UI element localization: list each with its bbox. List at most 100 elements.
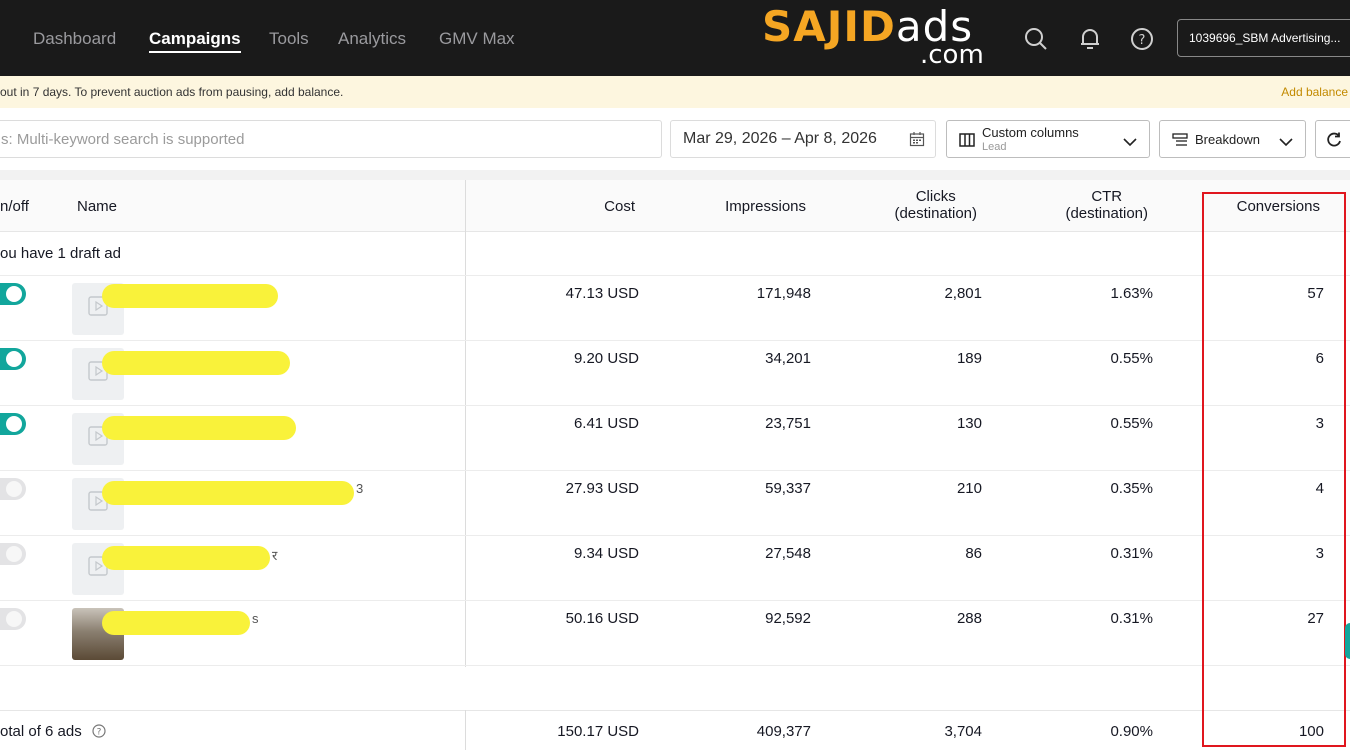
status-toggle[interactable] bbox=[0, 478, 26, 500]
search-box bbox=[0, 120, 662, 158]
status-toggle[interactable] bbox=[0, 283, 26, 305]
columns-icon bbox=[959, 132, 975, 153]
logo-domain-text: .com bbox=[920, 40, 984, 70]
redacted-ad-name[interactable] bbox=[102, 351, 290, 375]
clicks-cell: 210 bbox=[956, 480, 982, 497]
cost-cell: 9.34 USD bbox=[573, 545, 639, 562]
chevron-down-icon bbox=[1123, 134, 1137, 152]
header-ctr-line1: CTR bbox=[1091, 188, 1123, 205]
table-row[interactable]: 9.20 USD 34,201 189 0.55% 6 bbox=[0, 341, 1350, 406]
sajidads-watermark-logo: SAJIDads .com bbox=[762, 4, 1002, 71]
header-impressions[interactable]: Impressions bbox=[725, 198, 806, 215]
ctr-cell: 0.55% bbox=[1110, 350, 1153, 367]
breakdown-icon bbox=[1172, 132, 1188, 153]
add-balance-link[interactable]: Add balance bbox=[1281, 85, 1348, 99]
impressions-cell: 27,548 bbox=[765, 545, 811, 562]
top-navigation-bar: Dashboard Campaigns Tools Analytics GMV … bbox=[0, 0, 1350, 76]
cost-cell: 50.16 USD bbox=[565, 610, 639, 627]
impressions-cell: 171,948 bbox=[756, 285, 811, 302]
refresh-icon bbox=[1325, 131, 1343, 154]
help-icon[interactable]: ? bbox=[1129, 26, 1155, 52]
ctr-cell: 0.31% bbox=[1110, 545, 1153, 562]
header-clicks-line1: Clicks bbox=[915, 188, 956, 205]
header-onoff[interactable]: n/off bbox=[0, 198, 29, 215]
header-clicks-line2: (destination) bbox=[894, 205, 977, 222]
toggle-knob bbox=[6, 546, 22, 562]
breakdown-dropdown[interactable]: Breakdown bbox=[1159, 120, 1306, 158]
header-ctr[interactable]: CTR (destination) bbox=[1065, 188, 1148, 222]
status-toggle[interactable] bbox=[0, 543, 26, 565]
total-ctr: 0.90% bbox=[1110, 723, 1153, 740]
status-toggle[interactable] bbox=[0, 348, 26, 370]
redacted-ad-name[interactable] bbox=[102, 546, 270, 570]
nav-dashboard[interactable]: Dashboard bbox=[33, 29, 116, 49]
table-top-strip bbox=[0, 170, 1350, 180]
table-row[interactable]: 3 27.93 USD 59,337 210 0.35% 4 bbox=[0, 471, 1350, 536]
impressions-cell: 23,751 bbox=[765, 415, 811, 432]
table-spacer-row bbox=[0, 666, 1350, 710]
calendar-icon bbox=[909, 131, 925, 152]
header-clicks[interactable]: Clicks (destination) bbox=[894, 188, 977, 222]
redacted-ad-name[interactable] bbox=[102, 284, 278, 308]
ctr-cell: 0.31% bbox=[1110, 610, 1153, 627]
total-impressions: 409,377 bbox=[756, 723, 811, 740]
header-cost[interactable]: Cost bbox=[604, 198, 635, 215]
ad-name-fragment: र bbox=[272, 548, 278, 563]
table-row[interactable]: s 50.16 USD 92,592 288 0.31% 27 bbox=[0, 601, 1350, 666]
custom-columns-dropdown[interactable]: Custom columns Lead bbox=[946, 120, 1150, 158]
help-icon[interactable]: ? bbox=[92, 724, 106, 743]
header-ctr-line2: (destination) bbox=[1065, 205, 1148, 222]
ad-name-fragment: s bbox=[252, 611, 259, 626]
status-toggle[interactable] bbox=[0, 608, 26, 630]
side-scroll-handle[interactable] bbox=[1345, 623, 1350, 659]
ctr-cell: 0.35% bbox=[1110, 480, 1153, 497]
toggle-knob bbox=[6, 416, 22, 432]
header-name[interactable]: Name bbox=[77, 198, 117, 215]
toggle-knob bbox=[6, 611, 22, 627]
impressions-cell: 34,201 bbox=[765, 350, 811, 367]
redacted-ad-name[interactable] bbox=[102, 481, 354, 505]
balance-warning-banner: out in 7 days. To prevent auction ads fr… bbox=[0, 76, 1350, 108]
custom-columns-value: Lead bbox=[982, 141, 1007, 153]
account-selector[interactable]: 1039696_SBM Advertising... bbox=[1177, 19, 1350, 57]
cost-cell: 6.41 USD bbox=[573, 415, 639, 432]
table-row[interactable]: 6.41 USD 23,751 130 0.55% 3 bbox=[0, 406, 1350, 471]
redacted-ad-name[interactable] bbox=[102, 611, 250, 635]
redacted-ad-name[interactable] bbox=[102, 416, 296, 440]
clicks-cell: 86 bbox=[965, 545, 982, 562]
total-clicks: 3,704 bbox=[944, 723, 982, 740]
table-row[interactable]: 47.13 USD 171,948 2,801 1.63% 57 bbox=[0, 276, 1350, 341]
cost-cell: 9.20 USD bbox=[573, 350, 639, 367]
total-row: otal of 6 ads ? 150.17 USD 409,377 3,704… bbox=[0, 710, 1350, 750]
custom-columns-label: Custom columns bbox=[982, 125, 1079, 140]
nav-campaigns[interactable]: Campaigns bbox=[149, 29, 241, 53]
column-divider bbox=[465, 710, 466, 750]
breakdown-label: Breakdown bbox=[1195, 132, 1261, 147]
impressions-cell: 92,592 bbox=[765, 610, 811, 627]
clicks-cell: 288 bbox=[956, 610, 982, 627]
svg-text:?: ? bbox=[1139, 33, 1146, 48]
total-cost: 150.17 USD bbox=[557, 723, 639, 740]
clicks-cell: 189 bbox=[956, 350, 982, 367]
ctr-cell: 0.55% bbox=[1110, 415, 1153, 432]
toggle-knob bbox=[6, 351, 22, 367]
date-range-picker[interactable]: Mar 29, 2026 – Apr 8, 2026 bbox=[670, 120, 936, 158]
table-header: n/off Name Cost Impressions Clicks (dest… bbox=[0, 180, 1350, 232]
toggle-knob bbox=[6, 481, 22, 497]
search-input[interactable] bbox=[0, 121, 631, 157]
cost-cell: 47.13 USD bbox=[565, 285, 639, 302]
ad-name-fragment: 3 bbox=[356, 481, 364, 496]
draft-ad-notice: ou have 1 draft ad bbox=[0, 245, 121, 262]
nav-gmv-max[interactable]: GMV Max bbox=[439, 29, 515, 49]
table-row[interactable]: र 9.34 USD 27,548 86 0.31% 3 bbox=[0, 536, 1350, 601]
nav-tools[interactable]: Tools bbox=[269, 29, 309, 49]
bell-icon[interactable] bbox=[1077, 26, 1103, 52]
draft-notice-row[interactable]: ou have 1 draft ad bbox=[0, 232, 1350, 276]
status-toggle[interactable] bbox=[0, 413, 26, 435]
conversions-highlight-box bbox=[1202, 192, 1346, 747]
refresh-button[interactable] bbox=[1315, 120, 1350, 158]
nav-analytics[interactable]: Analytics bbox=[338, 29, 406, 49]
search-icon[interactable] bbox=[1023, 26, 1049, 52]
banner-text: out in 7 days. To prevent auction ads fr… bbox=[0, 85, 344, 99]
cost-cell: 27.93 USD bbox=[565, 480, 639, 497]
